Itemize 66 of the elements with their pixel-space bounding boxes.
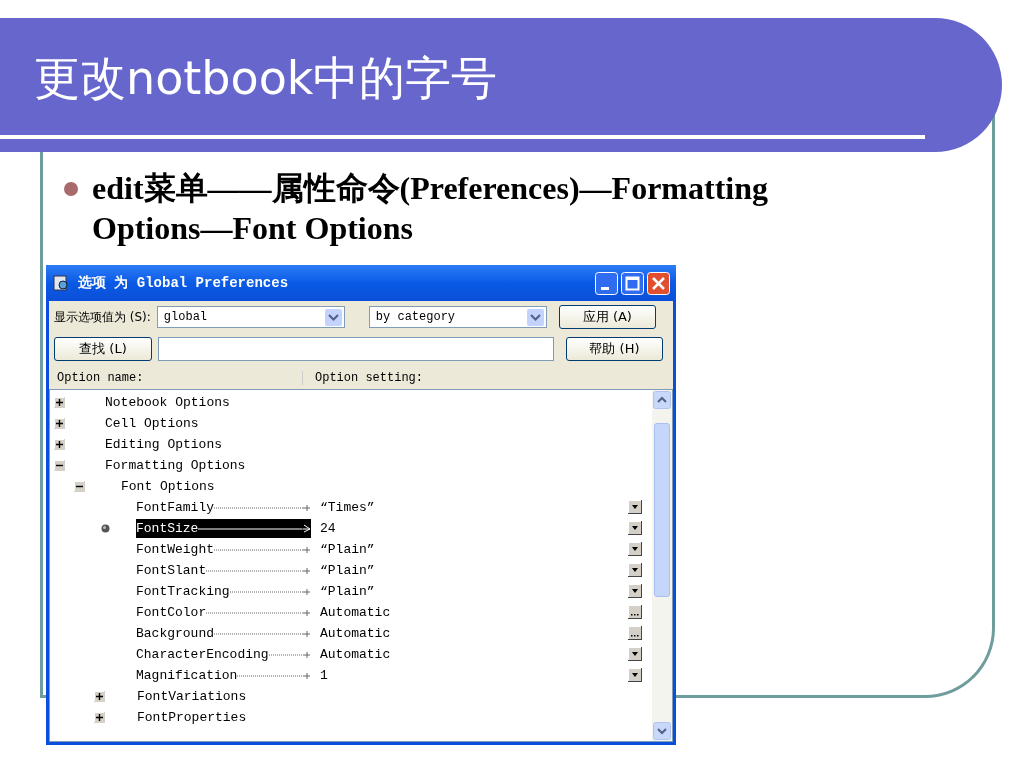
option-value: “Times” <box>320 499 375 516</box>
option-value: “Plain” <box>320 541 375 558</box>
find-button[interactable]: 查找 (L) <box>54 337 152 361</box>
tree-item[interactable]: Font Options <box>121 478 215 495</box>
dropdown-button[interactable] <box>628 647 642 661</box>
tree-item[interactable]: Formatting Options <box>105 457 246 474</box>
option-name[interactable]: FontTracking <box>136 582 311 601</box>
expand-icon[interactable] <box>54 397 65 408</box>
scrollbar[interactable] <box>652 390 672 741</box>
option-value: Automatic <box>320 625 391 642</box>
collapse-icon[interactable] <box>74 481 85 492</box>
bullet-text: edit菜单——属性命令(Preferences)—Formatting Options—Font Options <box>92 169 769 248</box>
slide-title: 更改notbook中的字号 <box>34 50 498 107</box>
option-value: Automatic <box>320 646 391 663</box>
expand-icon[interactable] <box>94 691 105 702</box>
dropdown-button[interactable] <box>628 668 642 682</box>
dropdown-button[interactable] <box>628 500 642 514</box>
option-name[interactable]: FontSize <box>136 519 311 538</box>
view-dropdown[interactable]: by category <box>368 306 547 328</box>
column-header: Option setting: <box>314 371 424 385</box>
option-name[interactable]: FontColor <box>136 603 311 622</box>
expand-icon[interactable] <box>94 712 105 723</box>
option-value: “Plain” <box>320 562 375 579</box>
bullet-icon <box>101 524 110 533</box>
bullet-icon <box>64 182 78 196</box>
option-value: Automatic <box>320 604 391 621</box>
tree-item[interactable]: Editing Options <box>105 436 223 453</box>
expand-icon[interactable] <box>54 418 65 429</box>
help-button[interactable]: 帮助 (H) <box>566 337 663 361</box>
option-value: “Plain” <box>320 583 375 600</box>
option-name[interactable]: Magnification <box>136 666 311 685</box>
scroll-up-button[interactable] <box>653 391 671 409</box>
option-name[interactable]: FontFamily <box>136 498 311 517</box>
tree-item[interactable]: FontVariations <box>137 688 247 705</box>
option-name[interactable]: Background <box>136 624 311 643</box>
expand-icon[interactable] <box>54 439 65 450</box>
ellipsis-button[interactable] <box>628 605 642 619</box>
option-name[interactable]: CharacterEncoding <box>136 645 311 664</box>
option-value: 24 <box>320 520 336 537</box>
option-name[interactable]: FontWeight <box>136 540 311 559</box>
tree-item[interactable]: Cell Options <box>105 415 199 432</box>
scroll-down-button[interactable] <box>653 722 671 740</box>
dropdown-button[interactable] <box>628 584 642 598</box>
scroll-thumb[interactable] <box>654 423 670 597</box>
scope-dropdown[interactable]: global <box>156 306 345 328</box>
column-header: Option name: <box>57 371 303 385</box>
ellipsis-button[interactable] <box>628 626 642 640</box>
leader-line <box>268 650 311 659</box>
dropdown-button[interactable] <box>628 542 642 556</box>
app-icon <box>52 274 70 292</box>
collapse-icon[interactable] <box>54 460 65 471</box>
tree-item[interactable]: FontProperties <box>137 709 247 726</box>
dropdown-button[interactable] <box>628 563 642 577</box>
show-values-label: 显示选项值为 (S): <box>54 308 151 326</box>
maximize-button[interactable] <box>621 271 644 295</box>
minimize-button[interactable] <box>595 271 618 295</box>
dropdown-button[interactable] <box>628 521 642 535</box>
search-field[interactable] <box>158 337 554 361</box>
caret-icon <box>526 308 544 326</box>
apply-button[interactable]: 应用 (A) <box>558 305 656 329</box>
caret-icon <box>324 308 342 326</box>
close-button[interactable] <box>647 271 670 295</box>
tree-item[interactable]: Notebook Options <box>105 394 230 411</box>
option-value: 1 <box>320 667 328 684</box>
window-title: 选项 为 Global Preferences <box>78 274 290 292</box>
option-name[interactable]: FontSlant <box>136 561 311 580</box>
